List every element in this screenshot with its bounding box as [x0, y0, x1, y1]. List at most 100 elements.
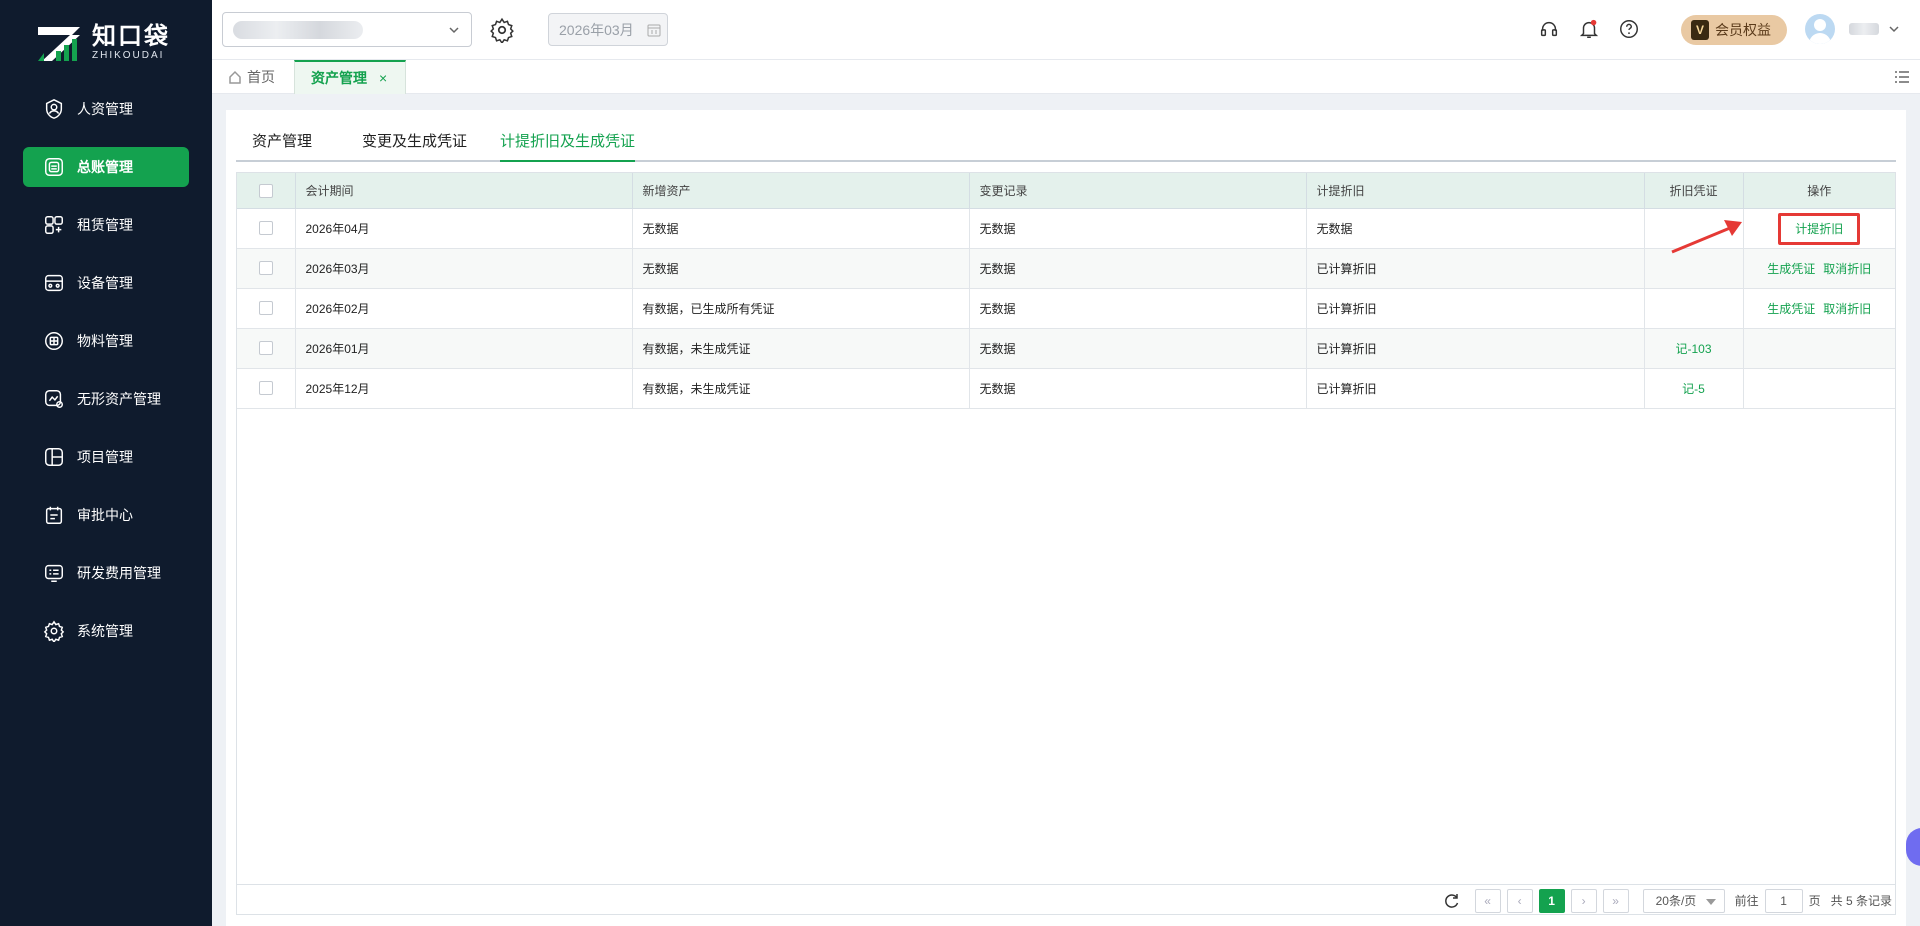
tab-asset-management[interactable]: 资产管理 × [294, 60, 406, 94]
sidebar-item-hr[interactable]: 人资管理 [23, 89, 189, 129]
cell-change: 无数据 [969, 328, 1307, 369]
sidebar-item-label: 人资管理 [77, 101, 133, 117]
first-page-button[interactable]: « [1474, 888, 1501, 913]
sidebar-item-ledger[interactable]: 总账管理 [23, 147, 189, 187]
sub-tabs: 资产管理 变更及生成凭证 计提折旧及生成凭证 [236, 110, 1896, 162]
cell-voucher [1644, 288, 1744, 329]
cell-actions: 生成凭证 取消折旧 [1743, 248, 1895, 289]
tab-asset-label: 资产管理 [311, 70, 367, 86]
cancel-depreciation-link[interactable]: 取消折旧 [1823, 262, 1871, 276]
cell-new-asset: 有数据，未生成凭证 [632, 368, 970, 409]
cell-change: 无数据 [969, 248, 1307, 289]
cell-new-asset: 无数据 [632, 248, 970, 289]
cancel-depreciation-link[interactable]: 取消折旧 [1823, 302, 1871, 316]
settings-gear-icon[interactable] [489, 17, 515, 43]
project-icon [43, 446, 65, 468]
column-header: 折旧凭证 [1644, 173, 1744, 209]
user-menu[interactable] [1805, 14, 1901, 44]
column-header: 新增资产 [632, 173, 970, 209]
tab-home[interactable]: 首页 [228, 60, 275, 94]
bell-icon[interactable] [1578, 18, 1600, 40]
subtab-depreciation-voucher[interactable]: 计提折旧及生成凭证 [500, 130, 636, 162]
sidebar-item-device[interactable]: 设备管理 [23, 263, 189, 303]
row-checkbox[interactable] [258, 261, 273, 276]
user-shield-icon [43, 98, 65, 120]
period-picker[interactable]: 2026年03月 [548, 13, 668, 46]
sidebar-item-intangible[interactable]: 无形资产管理 [23, 379, 189, 419]
next-page-button[interactable]: › [1570, 888, 1597, 913]
close-icon[interactable]: × [379, 70, 387, 86]
help-icon[interactable] [1618, 18, 1640, 40]
column-header: 计提折旧 [1306, 173, 1645, 209]
calendar-icon [647, 24, 661, 37]
goto-page-input[interactable]: 1 [1764, 888, 1803, 913]
sidebar-item-label: 研发费用管理 [77, 565, 161, 581]
page-size-select[interactable]: 20条/页 [1642, 888, 1725, 913]
member-benefits-button[interactable]: V 会员权益 [1681, 15, 1787, 45]
voucher-link[interactable]: 记-103 [1644, 328, 1744, 369]
tab-home-label: 首页 [247, 69, 275, 85]
refresh-icon[interactable] [1443, 892, 1461, 910]
goto-page: 前往 1 页 [1735, 888, 1821, 913]
sidebar-item-label: 租赁管理 [77, 217, 133, 233]
sidebar-item-label: 总账管理 [77, 159, 133, 175]
subtab-asset-management[interactable]: 资产管理 [252, 130, 312, 151]
row-checkbox[interactable] [258, 381, 273, 396]
sidebar-item-material[interactable]: 物料管理 [23, 321, 189, 361]
cell-period: 2026年04月 [295, 208, 633, 249]
company-select[interactable] [222, 12, 472, 47]
select-all-checkbox[interactable] [258, 183, 273, 198]
voucher-link[interactable]: 记-5 [1644, 368, 1744, 409]
generate-voucher-link[interactable]: 生成凭证 [1767, 302, 1815, 316]
row-checkbox[interactable] [258, 301, 273, 316]
cell-depreciation: 已计算折旧 [1306, 288, 1645, 329]
sidebar-item-rd[interactable]: 研发费用管理 [23, 553, 189, 593]
row-checkbox[interactable] [258, 221, 273, 236]
cell-actions [1743, 328, 1895, 369]
top-header: 2026年03月 V 会员权益 [212, 0, 1920, 60]
logo-en: ZHIKOUDAI [92, 50, 165, 61]
chevron-down-icon [449, 27, 459, 34]
sidebar-item-system[interactable]: 系统管理 [23, 611, 189, 651]
sidebar-item-project[interactable]: 项目管理 [23, 437, 189, 477]
page-number-button[interactable]: 1 [1538, 888, 1565, 913]
prev-page-button[interactable]: ‹ [1506, 888, 1533, 913]
select-all-checkbox-cell [237, 173, 296, 209]
sidebar-item-label: 设备管理 [77, 275, 133, 291]
calculate-depreciation-link[interactable]: 计提折旧 [1778, 212, 1861, 245]
cell-depreciation: 已计算折旧 [1306, 248, 1645, 289]
material-icon [43, 330, 65, 352]
depreciation-table: 会计期间 新增资产 变更记录 计提折旧 折旧凭证 操作 2026年04月 无数据… [236, 172, 1896, 915]
lease-icon [43, 214, 65, 236]
row-checkbox[interactable] [258, 341, 273, 356]
list-menu-icon[interactable] [1894, 69, 1910, 85]
user-name-blurred [1849, 23, 1879, 35]
content-card: 资产管理 变更及生成凭证 计提折旧及生成凭证 会计期间 新增资产 变更记录 计提… [226, 110, 1906, 926]
total-records: 共 5 条记录 [1830, 894, 1892, 908]
device-icon [43, 272, 65, 294]
logo-cn: 知口袋 [92, 23, 170, 50]
approval-icon [43, 504, 65, 526]
cell-change: 无数据 [969, 288, 1307, 329]
headset-icon[interactable] [1538, 18, 1560, 40]
annotation-arrow-icon [1671, 220, 1742, 254]
chat-bubble-icon[interactable] [1906, 828, 1920, 866]
cell-change: 无数据 [969, 208, 1307, 249]
cell-change: 无数据 [969, 368, 1307, 409]
sidebar-item-approval[interactable]: 审批中心 [23, 495, 189, 535]
sidebar-item-lease[interactable]: 租赁管理 [23, 205, 189, 245]
last-page-button[interactable]: » [1602, 888, 1629, 913]
page-tabs: 首页 资产管理 × [212, 60, 1920, 94]
cell-depreciation: 已计算折旧 [1306, 368, 1645, 409]
logo[interactable]: 知口袋 ZHIKOUDAI [36, 22, 170, 64]
subtab-change-voucher[interactable]: 变更及生成凭证 [362, 130, 467, 151]
vip-badge-icon: V [1691, 20, 1709, 40]
home-icon [229, 70, 241, 84]
sidebar-item-label: 项目管理 [77, 449, 133, 465]
generate-voucher-link[interactable]: 生成凭证 [1767, 262, 1815, 276]
table-header-row: 会计期间 新增资产 变更记录 计提折旧 折旧凭证 操作 [237, 173, 1895, 209]
sidebar-item-label: 系统管理 [77, 623, 133, 639]
column-header: 操作 [1743, 173, 1895, 209]
sidebar-item-label: 物料管理 [77, 333, 133, 349]
cell-period: 2026年03月 [295, 248, 633, 289]
